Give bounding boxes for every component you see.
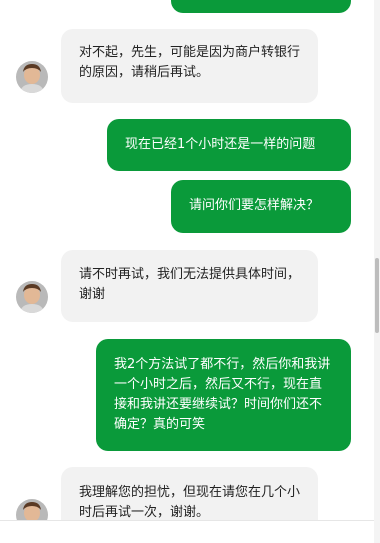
message-text: 对不起，先生，可能是因为商户转银行的原因，请稍后再试。 (79, 45, 301, 80)
outgoing-message-bubble: 我2个方法试了都不行，然后你和我讲一个小时之后，然后又不行，现在直接和我讲还要继… (96, 339, 351, 451)
outgoing-message-bubble (171, 0, 351, 13)
outgoing-message-bubble: 现在已经1个小时还是一样的问题 (107, 119, 351, 171)
chat-window: 对不起，先生，可能是因为商户转银行的原因，请稍后再试。 现在已经1个小时还是一样… (0, 0, 380, 543)
agent-avatar (16, 281, 48, 313)
message-text: 请问你们要怎样解决？ (189, 198, 320, 213)
agent-avatar (16, 61, 48, 93)
input-bar-edge (0, 520, 380, 543)
incoming-message-bubble: 请不时再试，我们无法提供具体时间，谢谢 (61, 250, 318, 322)
message-text: 请不时再试，我们无法提供具体时间，谢谢 (79, 267, 301, 302)
message-text: 现在已经1个小时还是一样的问题 (125, 137, 316, 152)
message-text: 我理解您的担忧，但现在请您在几个小时后再试一次，谢谢。 (79, 485, 301, 520)
scrollbar-thumb[interactable] (375, 258, 379, 333)
outgoing-message-bubble: 请问你们要怎样解决？ (171, 180, 351, 233)
message-text: 我2个方法试了都不行，然后你和我讲一个小时之后，然后又不行，现在直接和我讲还要继… (114, 357, 331, 432)
incoming-message-bubble: 对不起，先生，可能是因为商户转银行的原因，请稍后再试。 (61, 29, 318, 103)
